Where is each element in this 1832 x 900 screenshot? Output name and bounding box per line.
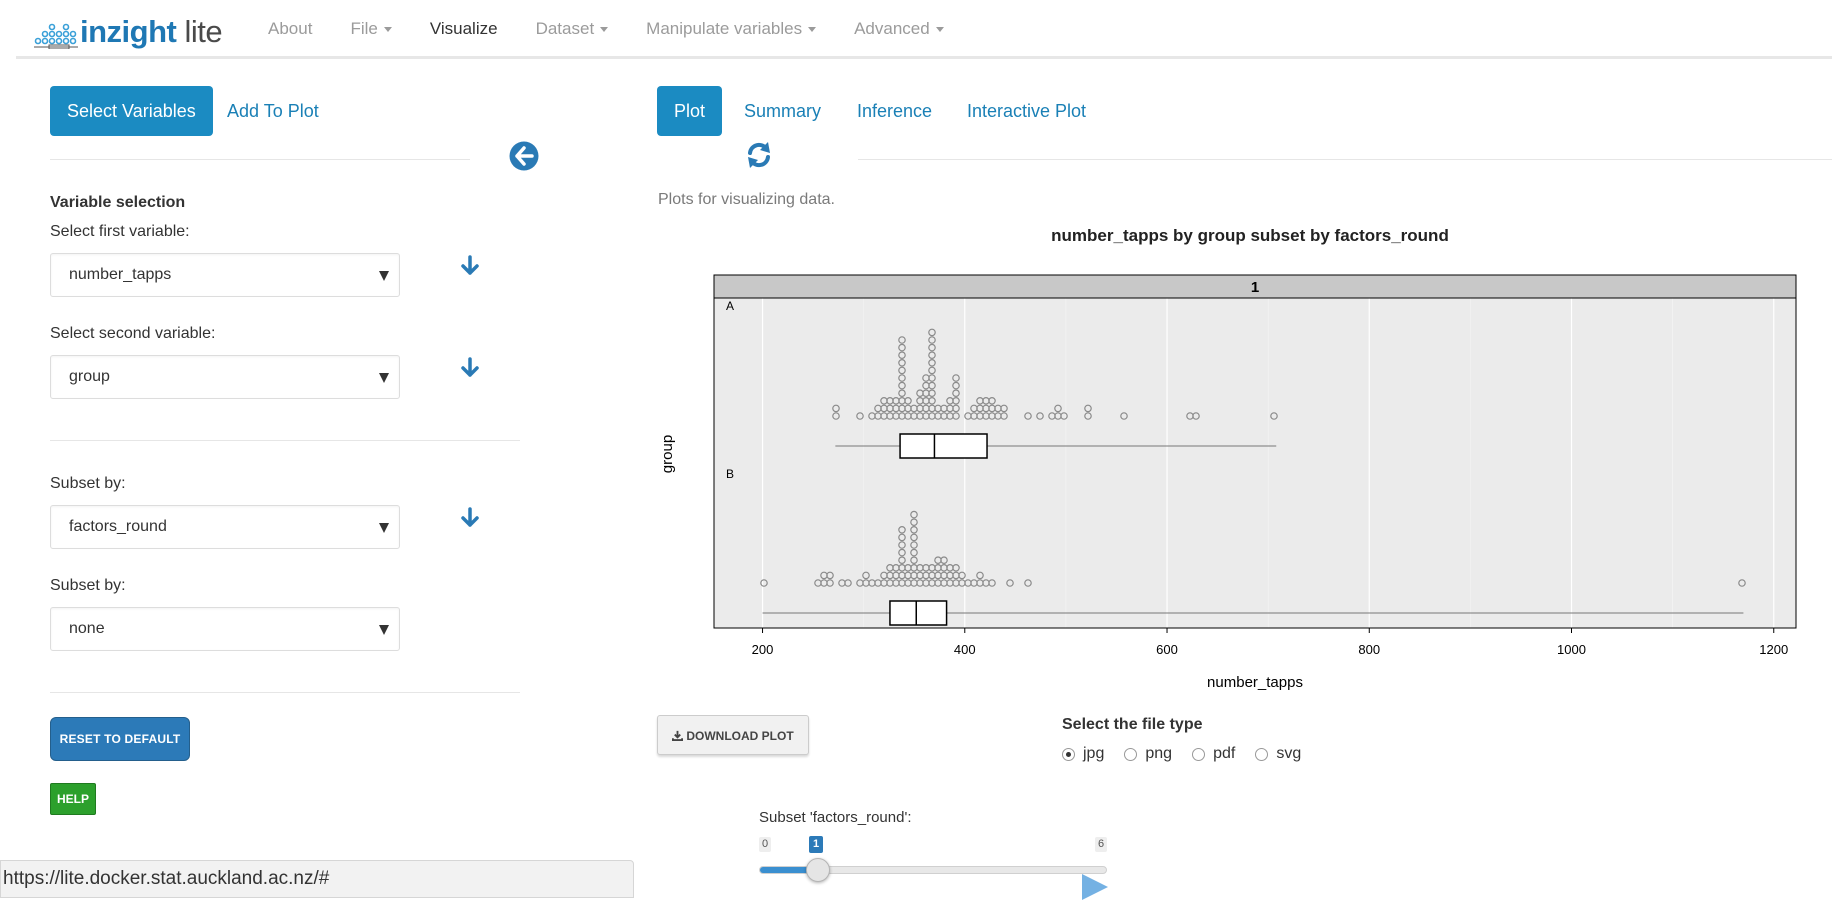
radio-pdf-label: pdf [1213, 745, 1236, 762]
help-button[interactable]: HELP [50, 783, 96, 815]
plot-panel-background [714, 298, 1796, 628]
subset2-label: Subset by: [50, 577, 126, 594]
x-axis-ticks: 200 400 600 800 1000 1200 [752, 628, 1788, 657]
nav-manipulate-variables-dropdown[interactable]: Manipulate variables [646, 19, 817, 39]
logo-dots-icon [34, 23, 78, 49]
slider-max-label: 6 [1095, 837, 1108, 852]
caret-down-icon [383, 27, 392, 33]
divider [50, 692, 520, 693]
boxplot-box [889, 600, 948, 626]
down-arrow-icon[interactable] [460, 255, 480, 277]
x-tick-label: 400 [954, 642, 976, 657]
slider-handle[interactable] [806, 858, 830, 882]
dropdown-arrow-icon [379, 625, 389, 635]
dropdown-arrow-icon [379, 373, 389, 383]
tab-summary[interactable]: Summary [727, 86, 838, 136]
nav-advanced-dropdown[interactable]: Advanced [854, 19, 944, 39]
divider [858, 159, 1832, 160]
nav-menu: About File Visualize Dataset Manipulate … [268, 0, 982, 58]
divider [50, 159, 470, 160]
subset-slider[interactable] [759, 858, 1107, 882]
second-variable-value: group [69, 368, 110, 385]
reset-to-default-button[interactable]: RESET TO DEFAULT [50, 717, 190, 761]
dotplot-chart: 1 A B 200 400 600 800 1000 1200 number_tapps … [659, 274, 1797, 691]
first-variable-value: number_tapps [69, 266, 172, 283]
nav-visualize[interactable]: Visualize [430, 19, 498, 39]
y-axis-label: group [659, 435, 676, 473]
caret-down-icon [935, 27, 944, 33]
second-variable-select[interactable]: group [50, 355, 400, 399]
nav-file-dropdown[interactable]: File [350, 19, 392, 39]
group-label-b: B [726, 467, 734, 481]
radio-pdf[interactable] [1192, 747, 1206, 761]
radio-png[interactable] [1124, 747, 1138, 761]
boxplot-box [899, 433, 988, 459]
first-variable-select[interactable]: number_tapps [50, 253, 400, 297]
radio-svg-label: svg [1276, 745, 1302, 762]
status-bar-url: https://lite.docker.stat.auckland.ac.nz/… [0, 860, 634, 898]
tab-inference[interactable]: Inference [840, 86, 949, 136]
x-tick-label: 600 [1156, 642, 1178, 657]
divider [50, 440, 520, 441]
file-type-radio-group: jpg png pdf svg [1062, 745, 1321, 763]
subset2-select[interactable]: none [50, 607, 400, 651]
x-tick-label: 800 [1358, 642, 1380, 657]
radio-jpg[interactable] [1062, 747, 1075, 761]
caret-down-icon [808, 27, 817, 33]
nav-dataset-dropdown[interactable]: Dataset [536, 19, 609, 39]
back-arrow-icon[interactable] [509, 141, 539, 171]
subset1-label: Subset by: [50, 475, 126, 492]
down-arrow-icon[interactable] [460, 507, 480, 529]
refresh-icon[interactable] [745, 141, 773, 169]
variable-selection-title: Variable selection [50, 194, 186, 211]
brand-logo[interactable]: inzight lite [34, 12, 223, 52]
download-icon [672, 730, 684, 741]
x-tick-label: 200 [752, 642, 774, 657]
download-plot-button[interactable]: DOWNLOAD PLOT [657, 715, 809, 755]
plot-title: number_tapps by group subset by factors_… [1051, 226, 1449, 245]
plot-description: Plots for visualizing data. [658, 191, 835, 208]
x-tick-label: 1000 [1557, 642, 1586, 657]
subset2-value: none [69, 620, 105, 637]
slider-label: Subset 'factors_round': [759, 809, 912, 826]
tab-interactive-plot[interactable]: Interactive Plot [950, 86, 1103, 136]
radio-svg[interactable] [1255, 747, 1269, 761]
x-tick-label: 1200 [1759, 642, 1788, 657]
subset1-value: factors_round [69, 518, 167, 535]
tab-select-variables[interactable]: Select Variables [50, 86, 213, 136]
radio-jpg-label: jpg [1083, 745, 1105, 762]
chart-grid [713, 297, 1797, 629]
tab-plot[interactable]: Plot [657, 86, 723, 136]
caret-down-icon [600, 27, 609, 33]
first-variable-label: Select first variable: [50, 223, 190, 240]
dropdown-arrow-icon [379, 523, 389, 533]
brand-name: inzight lite [80, 14, 223, 49]
play-icon[interactable] [1082, 874, 1108, 900]
dropdown-arrow-icon [379, 271, 389, 281]
subset1-select[interactable]: factors_round [50, 505, 400, 549]
slider-value-label: 1 [809, 836, 824, 853]
navbar: inzight lite About File Visualize Datase… [16, 0, 1832, 59]
down-arrow-icon[interactable] [460, 357, 480, 379]
file-type-label: Select the file type [1062, 716, 1203, 733]
group-label-a: A [726, 299, 734, 313]
slider-min-label: 0 [759, 837, 772, 852]
tab-add-to-plot[interactable]: Add To Plot [210, 86, 336, 136]
x-axis-label: number_tapps [1207, 674, 1303, 691]
download-plot-label: DOWNLOAD PLOT [686, 729, 794, 743]
panel-strip-label: 1 [1251, 279, 1259, 296]
radio-png-label: png [1145, 745, 1173, 762]
nav-about[interactable]: About [268, 19, 312, 39]
second-variable-label: Select second variable: [50, 325, 216, 342]
